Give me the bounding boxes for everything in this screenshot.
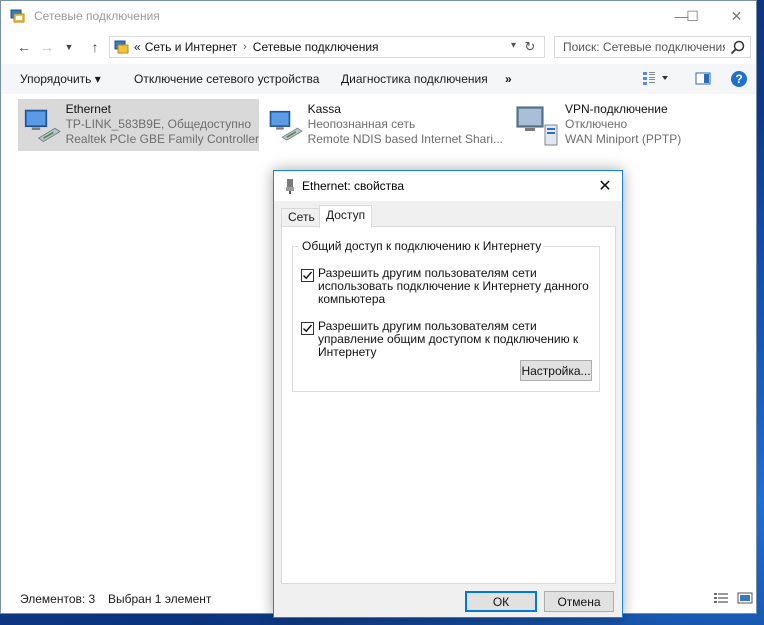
network-folder-icon <box>114 40 129 54</box>
up-button[interactable]: ↑ <box>86 37 104 57</box>
vpn-adapter-icon <box>516 106 558 146</box>
preview-pane-button[interactable] <box>695 70 711 89</box>
item-count: Элементов: 3 <box>20 592 96 606</box>
chevron-down-icon: ▼ <box>64 42 74 52</box>
recent-locations-button[interactable]: ▼ <box>60 37 78 57</box>
change-view-button[interactable] <box>642 70 670 89</box>
connection-ethernet[interactable]: Ethernet TP-LINK_583B9E, Общедоступно Re… <box>18 99 259 151</box>
organize-menu[interactable]: Упорядочить ▾ <box>20 72 101 86</box>
ics-group: Общий доступ к подключению к Интернету Р… <box>292 239 600 392</box>
details-view-button[interactable] <box>713 591 729 608</box>
breadcrumb-overflow[interactable]: « <box>134 40 141 54</box>
settings-button-label: Настройка... <box>521 363 591 378</box>
view-options-icon <box>643 72 668 85</box>
allow-control-label: Разрешить другим пользователям сети упра… <box>318 319 579 359</box>
network-connections-icon <box>10 9 25 23</box>
dialog-title: Ethernet: свойства <box>302 179 405 193</box>
arrow-right-icon: → <box>40 39 54 55</box>
checkmark-icon <box>303 271 313 280</box>
dialog-title-bar: Ethernet: свойства ✕ <box>274 171 622 201</box>
search-icon <box>730 40 745 55</box>
tab-label: Доступ <box>326 208 366 222</box>
preview-pane-icon <box>695 72 711 85</box>
search-input[interactable] <box>555 37 725 57</box>
forward-button[interactable]: → <box>38 37 56 57</box>
details-view-icon <box>714 593 728 603</box>
connection-device: WAN Miniport (PPTP) <box>565 132 682 146</box>
settings-button[interactable]: Настройка... <box>520 360 592 381</box>
network-plug-icon <box>286 179 294 194</box>
large-icons-icon <box>737 592 753 604</box>
allow-control-checkbox[interactable] <box>301 322 314 335</box>
allow-sharing-option[interactable]: Разрешить другим пользователям сети испо… <box>301 267 598 306</box>
address-dropdown-icon[interactable]: ▾ <box>511 40 516 51</box>
tab-sharing[interactable]: Доступ <box>319 205 373 228</box>
help-button[interactable]: ? <box>730 70 748 91</box>
selection-count: Выбран 1 элемент <box>108 592 212 606</box>
address-row: ← → ▼ ↑ « Сеть и Интернет › Сетевые подк… <box>1 34 756 60</box>
svg-text:?: ? <box>735 72 742 86</box>
title-bar: Сетевые подключения — ☐ ✕ <box>1 1 756 31</box>
dialog-tabs: Сеть Доступ <box>281 205 617 228</box>
disable-device-button[interactable]: Отключение сетевого устройства <box>134 72 319 86</box>
large-icons-view-button[interactable] <box>737 591 753 608</box>
arrow-left-icon: ← <box>17 39 31 55</box>
refresh-icon[interactable]: ↻ <box>520 38 540 56</box>
connection-status: Неопознанная сеть <box>307 117 416 131</box>
command-bar: Упорядочить ▾ Отключение сетевого устрой… <box>1 64 756 94</box>
more-commands-button[interactable]: » <box>505 72 512 86</box>
close-icon: ✕ <box>730 7 743 24</box>
breadcrumb-separator[interactable]: › <box>243 41 247 53</box>
connection-vpn[interactable]: VPN-подключение Отключено WAN Miniport (… <box>509 99 709 151</box>
breadcrumb-network-internet[interactable]: Сеть и Интернет <box>145 40 237 54</box>
connection-name: VPN-подключение <box>565 102 668 116</box>
cancel-button[interactable]: Отмена <box>544 591 614 612</box>
ethernet-adapter-icon <box>24 109 61 142</box>
connection-device: Remote NDIS based Internet Shari... <box>307 132 503 146</box>
close-icon: ✕ <box>598 178 612 195</box>
window-title: Сетевые подключения <box>34 9 160 23</box>
connection-device: Realtek PCIe GBE Family Controller <box>65 132 259 146</box>
maximize-button[interactable]: ☐ <box>670 1 715 31</box>
arrow-up-icon: ↑ <box>91 39 99 55</box>
tab-label: Сеть <box>288 210 315 224</box>
group-title: Общий доступ к подключению к Интернету <box>299 239 545 253</box>
cancel-button-label: Отмена <box>557 594 601 609</box>
connection-status: Отключено <box>565 117 628 131</box>
properties-dialog: Ethernet: свойства ✕ Сеть Доступ Общий д… <box>273 170 623 618</box>
checkmark-icon <box>303 324 313 333</box>
allow-control-option[interactable]: Разрешить другим пользователям сети упра… <box>301 320 598 359</box>
connection-status: TP-LINK_583B9E, Общедоступно <box>65 117 252 131</box>
back-button[interactable]: ← <box>15 37 33 57</box>
close-button[interactable]: ✕ <box>714 1 759 31</box>
ok-button-label: ОК <box>492 594 510 609</box>
allow-sharing-checkbox[interactable] <box>301 269 314 282</box>
ok-button[interactable]: ОК <box>465 591 537 612</box>
address-bar[interactable]: « Сеть и Интернет › Сетевые подключения … <box>109 36 545 58</box>
search-box[interactable] <box>554 36 751 58</box>
maximize-icon: ☐ <box>686 7 699 24</box>
breadcrumb-network-connections[interactable]: Сетевые подключения <box>253 40 379 54</box>
tab-network[interactable]: Сеть <box>281 208 322 227</box>
connection-kassa[interactable]: Kassa Неопознанная сеть Remote NDIS base… <box>263 99 503 151</box>
connection-name: Ethernet <box>65 102 111 116</box>
network-adapter-icon <box>269 110 303 141</box>
connection-name: Kassa <box>307 102 341 116</box>
allow-sharing-label: Разрешить другим пользователям сети испо… <box>318 266 589 306</box>
sharing-panel: Общий доступ к подключению к Интернету Р… <box>281 226 616 584</box>
diagnose-button[interactable]: Диагностика подключения <box>341 72 488 86</box>
help-icon: ? <box>731 71 747 87</box>
dialog-close-button[interactable]: ✕ <box>594 175 616 197</box>
